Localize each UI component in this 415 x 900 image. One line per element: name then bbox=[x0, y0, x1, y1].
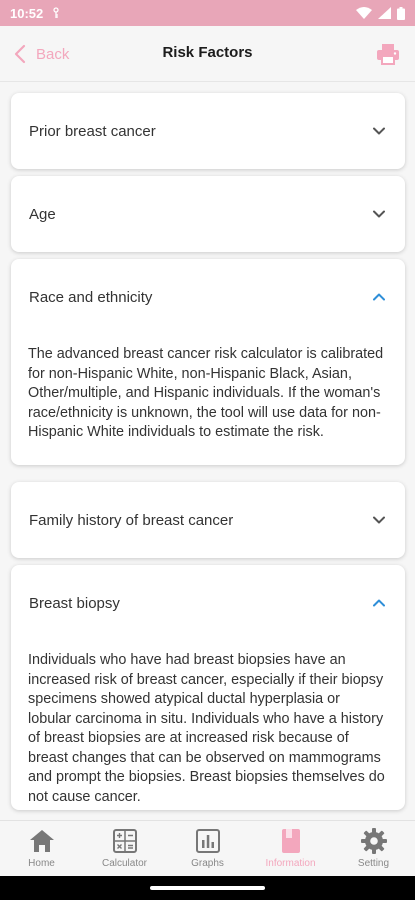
information-icon bbox=[281, 829, 300, 853]
accordion-header[interactable]: Breast biopsy bbox=[11, 565, 405, 641]
home-gesture-bar[interactable] bbox=[150, 886, 265, 890]
status-bar: 10:52 bbox=[0, 0, 415, 26]
app-bar: Back Risk Factors bbox=[0, 26, 415, 82]
risk-factor-list[interactable]: Prior breast cancer Age Race and ethnici… bbox=[0, 83, 415, 820]
gear-icon bbox=[360, 828, 387, 854]
nav-home[interactable]: Home bbox=[0, 821, 83, 876]
print-icon bbox=[377, 44, 399, 65]
calculator-icon bbox=[112, 829, 137, 853]
page-title: Risk Factors bbox=[162, 44, 253, 61]
print-button[interactable] bbox=[375, 41, 401, 67]
nav-calculator[interactable]: Calculator bbox=[83, 821, 166, 876]
wifi-icon bbox=[356, 7, 372, 19]
accordion-race-ethnicity: Race and ethnicity The advanced breast c… bbox=[11, 259, 405, 465]
battery-icon bbox=[397, 6, 405, 20]
chevron-down-icon bbox=[373, 127, 385, 135]
accordion-prior-breast-cancer: Prior breast cancer bbox=[11, 93, 405, 169]
chevron-up-icon bbox=[373, 293, 385, 301]
nav-label: Graphs bbox=[191, 858, 224, 869]
home-icon bbox=[29, 830, 54, 852]
chevron-down-icon bbox=[373, 210, 385, 218]
accordion-title: Breast biopsy bbox=[29, 594, 120, 612]
graphs-icon bbox=[195, 829, 220, 853]
accordion-header[interactable]: Family history of breast cancer bbox=[11, 482, 405, 558]
accordion-title: Age bbox=[29, 205, 56, 223]
accordion-family-history: Family history of breast cancer bbox=[11, 482, 405, 558]
accordion-age: Age bbox=[11, 176, 405, 252]
accordion-body-text: Individuals who have had breast biopsies… bbox=[28, 652, 385, 805]
nav-label: Information bbox=[265, 858, 316, 869]
accordion-title: Prior breast cancer bbox=[29, 122, 156, 140]
signal-icon bbox=[378, 7, 391, 19]
accordion-title: Family history of breast cancer bbox=[29, 511, 234, 529]
system-navigation-bar bbox=[0, 876, 415, 900]
accordion-header[interactable]: Prior breast cancer bbox=[11, 93, 405, 169]
accordion-body-text: The advanced breast cancer risk calculat… bbox=[28, 346, 384, 440]
accordion-title: Race and ethnicity bbox=[29, 288, 153, 306]
accordion-header[interactable]: Age bbox=[11, 176, 405, 252]
chevron-up-icon bbox=[373, 599, 385, 607]
nav-information[interactable]: Information bbox=[249, 821, 332, 876]
nav-label: Setting bbox=[357, 858, 390, 869]
nav-setting[interactable]: Setting bbox=[332, 821, 415, 876]
accordion-header[interactable]: Race and ethnicity bbox=[11, 259, 405, 335]
status-time: 10:52 bbox=[10, 5, 44, 21]
chevron-down-icon bbox=[373, 516, 385, 524]
nav-label: Calculator bbox=[101, 858, 148, 869]
accordion-breast-biopsy: Breast biopsy Individuals who have had b… bbox=[11, 565, 405, 810]
bottom-navigation: Home Calculator Graphs Information Setti… bbox=[0, 820, 415, 876]
nav-graphs[interactable]: Graphs bbox=[166, 821, 249, 876]
vpn-key-icon bbox=[53, 7, 59, 18]
nav-label: Home bbox=[28, 858, 55, 869]
